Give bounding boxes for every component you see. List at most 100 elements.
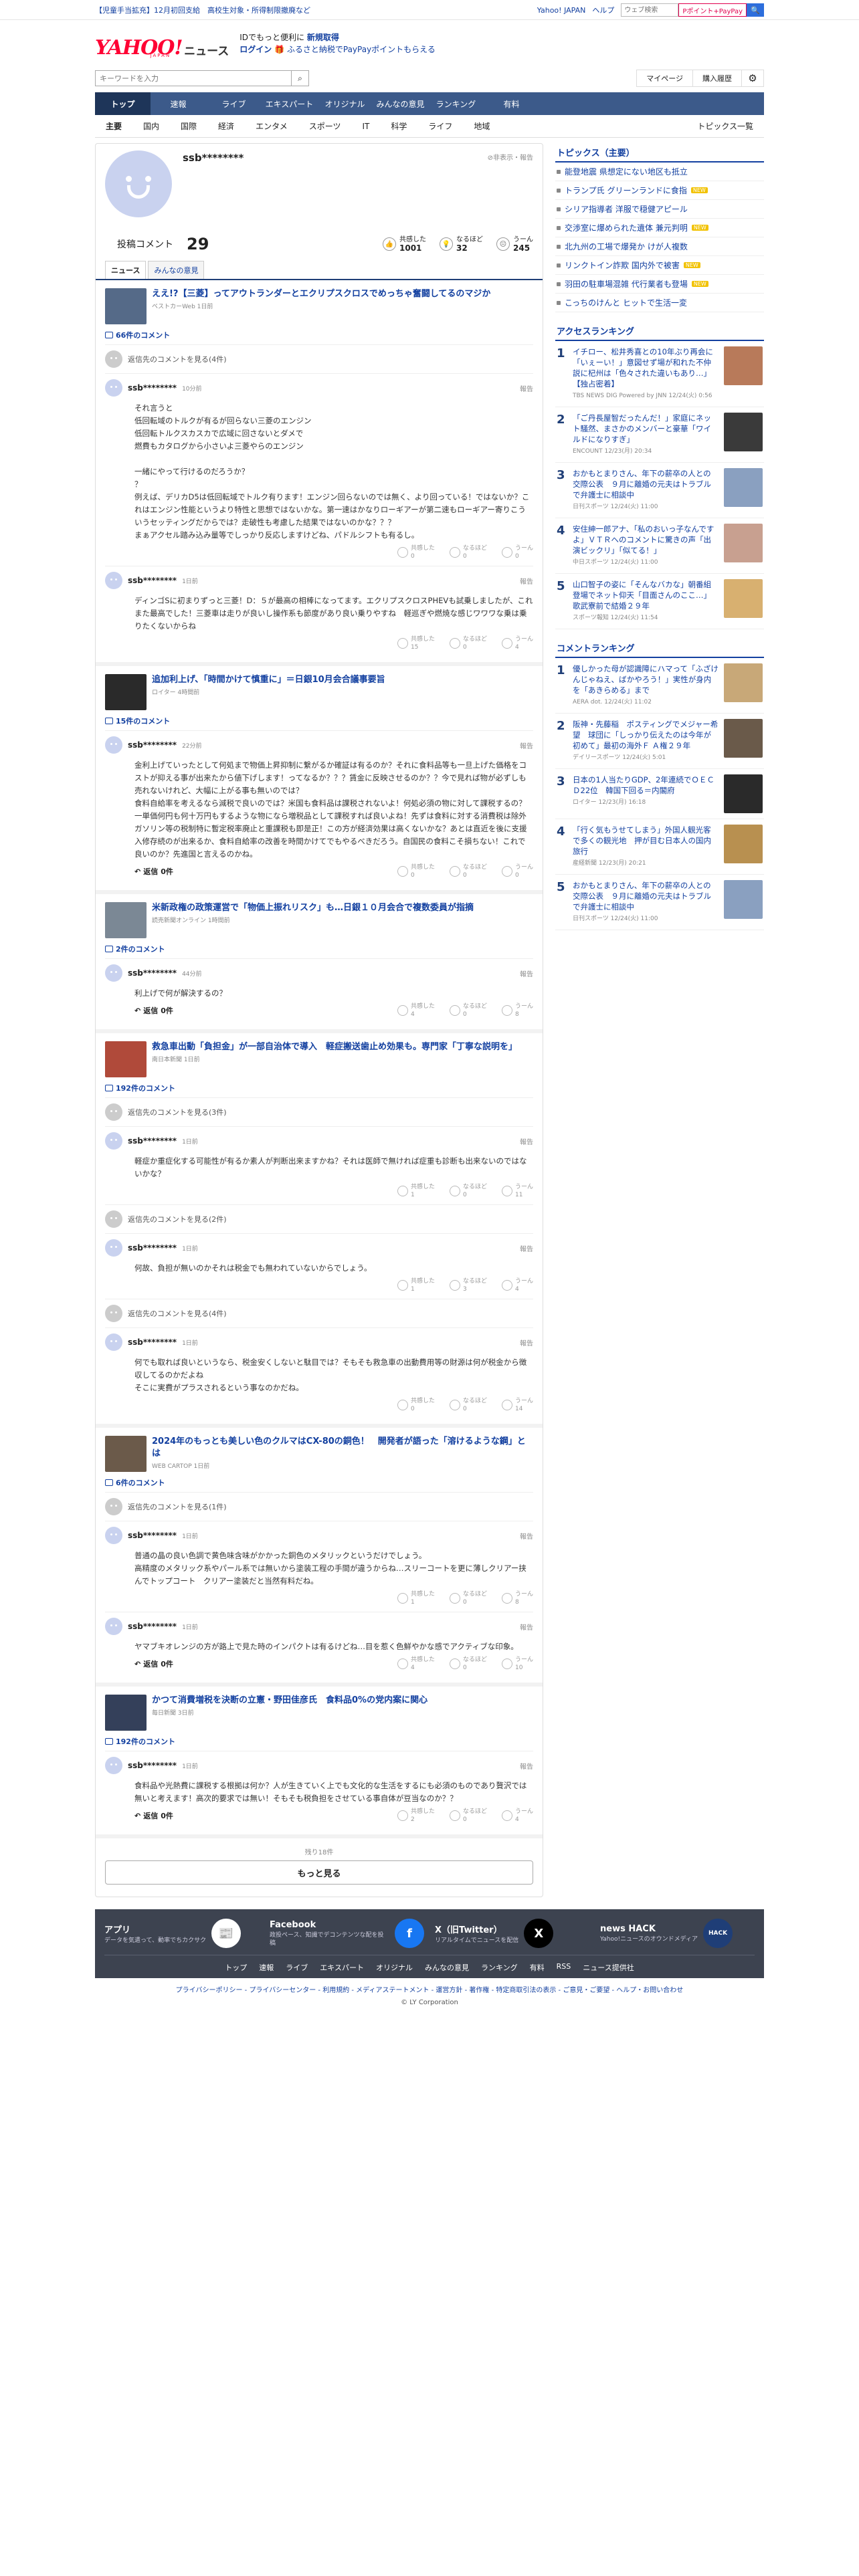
cat-it[interactable]: IT xyxy=(351,122,380,131)
nav-breaking[interactable]: 速報 xyxy=(151,92,206,115)
article-title[interactable]: ええ!?【三菱】ってアウトランダーとエクリプスクロスでめっちゃ奮闘してるのマジか xyxy=(152,288,490,300)
topic-title[interactable]: こっちのけんと ヒットで生活一変 xyxy=(565,297,687,308)
reaction-naruhodo-button[interactable]: なるほど 0 xyxy=(449,1002,487,1018)
article-thumbnail[interactable] xyxy=(105,674,147,710)
nav-live[interactable]: ライブ xyxy=(206,92,262,115)
reaction-hmm-button[interactable]: うーん 4 xyxy=(501,1808,533,1824)
reply-button[interactable]: ↶ 返信 0件 xyxy=(134,866,173,877)
parent-comment-link[interactable]: 返信先のコメントを見る(2件) xyxy=(105,1204,533,1233)
rank-thumbnail[interactable] xyxy=(724,346,763,385)
reaction-hmm-button[interactable]: うーん 11 xyxy=(501,1183,533,1199)
nav-opinion[interactable]: みんなの意見 xyxy=(373,92,428,115)
report-link[interactable]: 報告 xyxy=(520,383,533,393)
footer-link[interactable]: エキスパート xyxy=(320,1962,364,1973)
cat-business[interactable]: 経済 xyxy=(207,120,245,132)
rank-title[interactable]: 「ご丹長屋智だったんだ！」家庭にネット騒然、まさかのメンバーと豪華「ワイルドにな… xyxy=(573,413,711,444)
nav-expert[interactable]: エキスパート xyxy=(262,92,317,115)
cat-local[interactable]: 地域 xyxy=(463,120,500,132)
cat-entertainment[interactable]: エンタメ xyxy=(245,120,298,132)
ranking-item[interactable]: 3 おかもとまりさん、年下の薪卒の人との交際公表 ９月に離婚の元夫はトラブルで弁護… xyxy=(555,463,764,518)
comment-count-link[interactable]: 66件のコメント xyxy=(105,330,533,340)
comment-author[interactable]: ssb******** xyxy=(128,1622,177,1631)
comment-author[interactable]: ssb******** xyxy=(128,1531,177,1540)
cat-domestic[interactable]: 国内 xyxy=(132,120,170,132)
footer-link[interactable]: トップ xyxy=(225,1962,247,1973)
topic-item[interactable]: 能登地震 県想定にない地区も抵立 xyxy=(555,163,764,181)
reaction-empathy-button[interactable]: 共感した 1 xyxy=(397,1183,435,1199)
comment-author[interactable]: ssb******** xyxy=(128,1337,177,1347)
tab-news[interactable]: ニュース xyxy=(105,261,147,279)
reaction-empathy-button[interactable]: 共感した 0 xyxy=(397,863,435,879)
reaction-hmm-button[interactable]: うーん 14 xyxy=(501,1397,533,1413)
comment-author[interactable]: ssb******** xyxy=(128,576,177,585)
comment-author[interactable]: ssb******** xyxy=(128,740,177,750)
promo-link[interactable]: 【児童手当拡充】12月初回支給 高校生対象・所得制限撤廃など xyxy=(95,5,310,15)
rank-title[interactable]: 山口智子の姿に「そんなバカな」朝番組登場でネット仰天「目面さんのここ…」歌武寮前… xyxy=(573,580,711,611)
reaction-hmm-button[interactable]: うーん 8 xyxy=(501,1590,533,1606)
cat-science[interactable]: 科学 xyxy=(380,120,417,132)
report-link[interactable]: 報告 xyxy=(520,1622,533,1632)
comment-author[interactable]: ssb******** xyxy=(128,1243,177,1253)
reaction-empathy-button[interactable]: 共感した 4 xyxy=(397,1656,435,1672)
ranking-item[interactable]: 1 優しかった母が認識障にハマって「ふざけんじゃねえ、ばかやろう！」実性が身内を「… xyxy=(555,658,764,714)
reaction-empathy-button[interactable]: 共感した 1 xyxy=(397,1590,435,1606)
cat-sports[interactable]: スポーツ xyxy=(298,120,352,132)
rank-thumbnail[interactable] xyxy=(724,468,763,507)
cat-main[interactable]: 主要 xyxy=(95,120,132,132)
web-search-input[interactable] xyxy=(621,3,679,17)
reaction-naruhodo-button[interactable]: なるほど 0 xyxy=(449,544,487,560)
cat-life[interactable]: ライフ xyxy=(417,120,463,132)
ranking-item[interactable]: 1 イチロー、松井秀喜との10年ぶり再会に「いぇーい！」意図せず場が和れた不仲説に… xyxy=(555,341,764,407)
nav-top[interactable]: トップ xyxy=(95,92,151,115)
reply-button[interactable]: ↶ 返信 0件 xyxy=(134,1005,173,1016)
footer-app-2[interactable]: X（旧Twitter） リアルタイムでニュースを配信 X xyxy=(435,1919,589,1948)
topic-title[interactable]: リンクトイン詐欺 国内外で被害 xyxy=(565,259,680,271)
report-link[interactable]: 報告 xyxy=(520,1243,533,1253)
comment-author[interactable]: ssb******** xyxy=(128,968,177,978)
topic-title[interactable]: シリア指導者 洋服で穏健アピール xyxy=(565,203,688,215)
ranking-item[interactable]: 5 おかもとまりさん、年下の薪卒の人との交際公表 ９月に離婚の元夫はトラブルで弁護… xyxy=(555,875,764,930)
tab-opinions[interactable]: みんなの意見 xyxy=(148,261,205,279)
parent-comment-link[interactable]: 返信先のコメントを見る(4件) xyxy=(105,344,533,373)
article-thumbnail[interactable] xyxy=(105,902,147,938)
reaction-naruhodo-button[interactable]: なるほど 0 xyxy=(449,863,487,879)
ranking-item[interactable]: 2 阪神・先藤稲 ポスティングでメジャー希望 球団に「しっかり伝えたのは今年が初め… xyxy=(555,714,764,769)
rank-thumbnail[interactable] xyxy=(724,524,763,562)
comment-count-link[interactable]: 192件のコメント xyxy=(105,1083,533,1093)
topic-item[interactable]: リンクトイン詐欺 国内外で被害 NEW xyxy=(555,256,764,275)
report-link[interactable]: 報告 xyxy=(520,1761,533,1771)
reaction-empathy-button[interactable]: 共感した 2 xyxy=(397,1808,435,1824)
reaction-naruhodo-button[interactable]: なるほど 0 xyxy=(449,1183,487,1199)
rank-title[interactable]: 「行く気もうせてしまう」外国人観光客で多くの観光地 押が目む日本人の国内旅行 xyxy=(573,825,711,856)
footer-link[interactable]: 有料 xyxy=(530,1962,545,1973)
topic-item[interactable]: 羽田の駐車場混雑 代行業者も登場 NEW xyxy=(555,275,764,294)
report-link[interactable]: 報告 xyxy=(520,1531,533,1541)
comment-author[interactable]: ssb******** xyxy=(128,383,177,393)
comment-author[interactable]: ssb******** xyxy=(128,1761,177,1770)
help-link[interactable]: ヘルプ xyxy=(592,5,614,15)
reaction-hmm-button[interactable]: うーん 4 xyxy=(501,635,533,651)
topic-item[interactable]: こっちのけんと ヒットで生活一変 xyxy=(555,294,764,312)
topics-list-link[interactable]: トピックス一覧 xyxy=(686,120,764,132)
article-thumbnail[interactable] xyxy=(105,1695,147,1731)
article-title[interactable]: 米新政権の政策運営で「物価上振れリスク」も…日銀１０月会合で複数委員が指摘 xyxy=(152,902,474,914)
report-link[interactable]: 報告 xyxy=(520,740,533,750)
register-link[interactable]: 新規取得 xyxy=(307,33,339,42)
reaction-naruhodo-button[interactable]: なるほど 0 xyxy=(449,1656,487,1672)
topic-item[interactable]: 交渉室に爆められた遺体 兼元判明 NEW xyxy=(555,219,764,237)
footer-link[interactable]: みんなの意見 xyxy=(425,1962,469,1973)
rank-title[interactable]: 阪神・先藤稲 ポスティングでメジャー希望 球団に「しっかり伝えたのは今年が初めて… xyxy=(573,720,718,750)
report-link[interactable]: 報告 xyxy=(520,576,533,586)
reaction-hmm-button[interactable]: うーん 4 xyxy=(501,1277,533,1293)
article-thumbnail[interactable] xyxy=(105,288,147,324)
article-title[interactable]: 2024年のもっとも美しい色のクルマはCX-80の銅色！ 開発者が語った「溶ける… xyxy=(152,1436,533,1460)
rank-thumbnail[interactable] xyxy=(724,880,763,919)
yahoo-news-logo[interactable]: YAHOO! JAPAN ニュース xyxy=(95,29,229,59)
article-thumbnail[interactable] xyxy=(105,1041,147,1077)
footer-link[interactable]: ニュース提供社 xyxy=(583,1962,634,1973)
gear-icon[interactable]: ⚙ xyxy=(741,70,764,87)
reaction-naruhodo-button[interactable]: なるほど 0 xyxy=(449,1590,487,1606)
hide-report-link[interactable]: ⊘非表示・報告 xyxy=(488,152,533,162)
comment-count-link[interactable]: 15件のコメント xyxy=(105,716,533,726)
parent-comment-link[interactable]: 返信先のコメントを見る(3件) xyxy=(105,1097,533,1126)
